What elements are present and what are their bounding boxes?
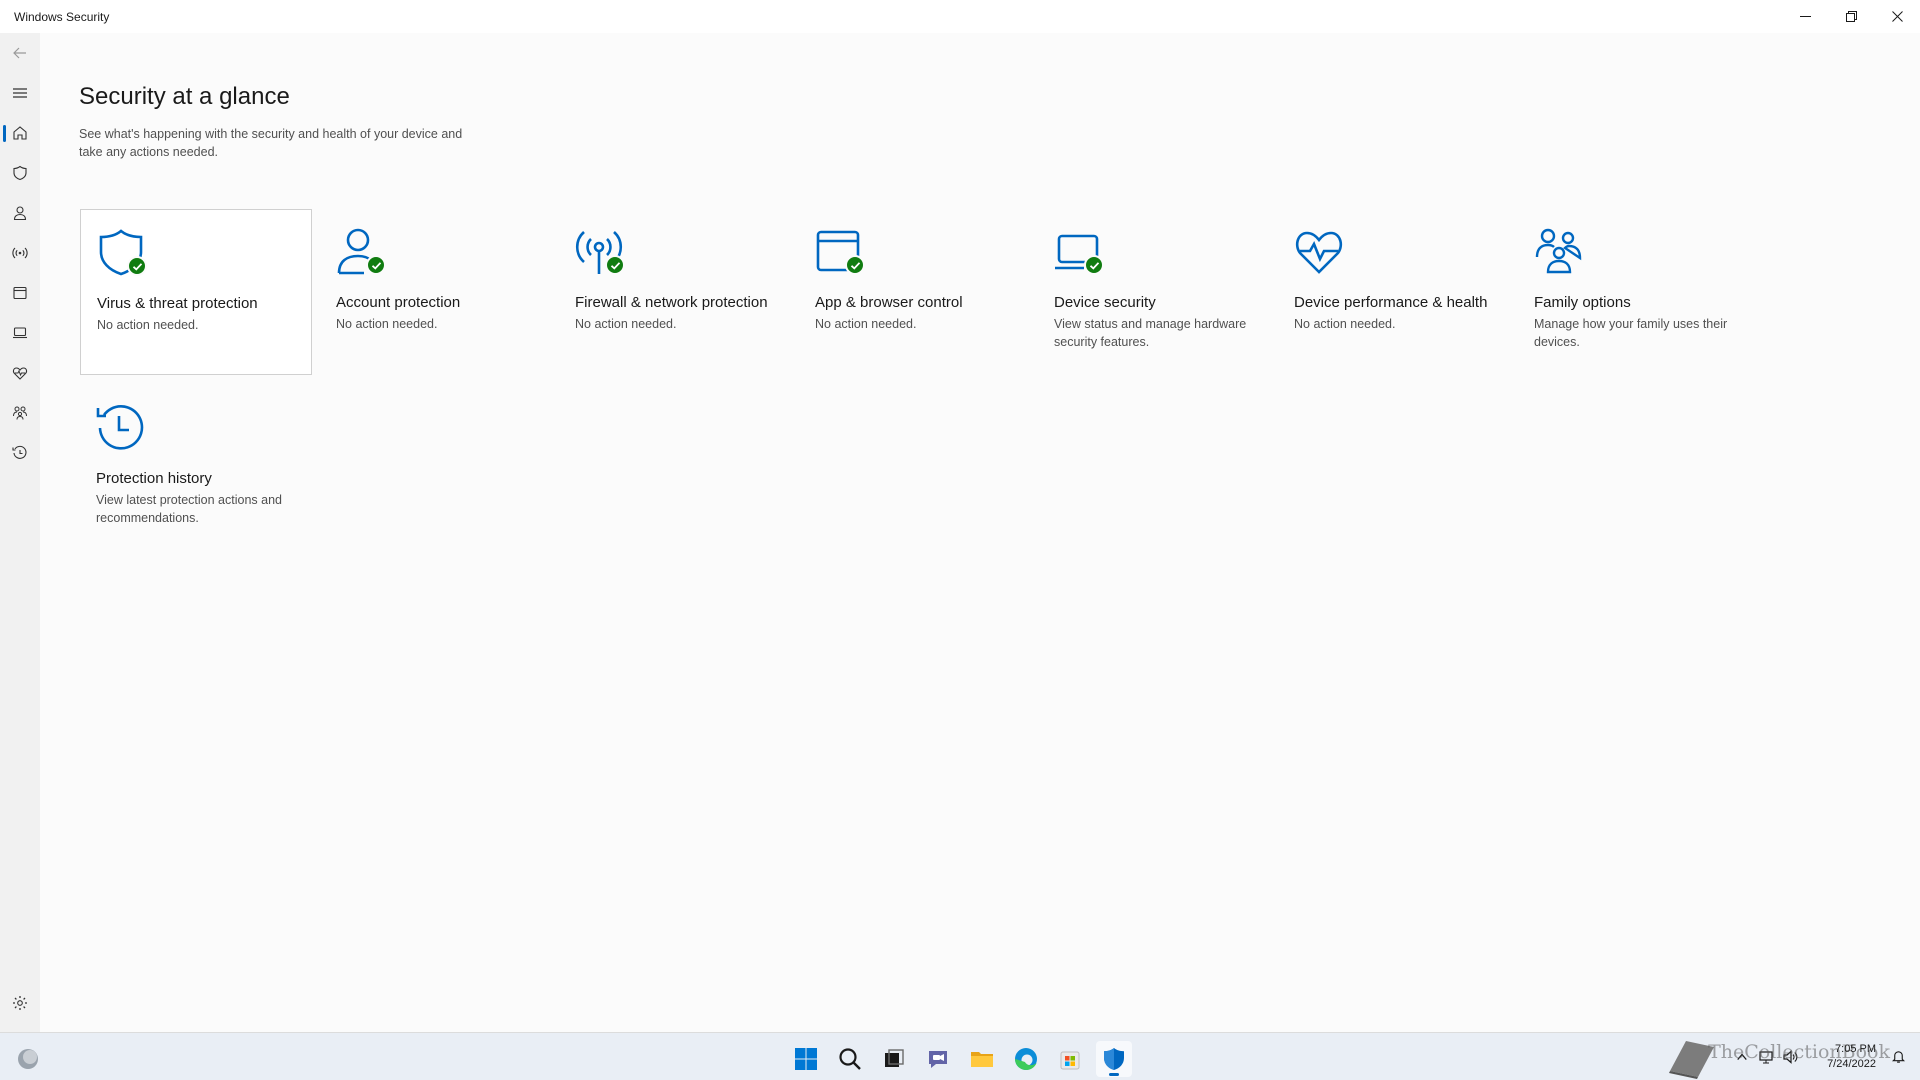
tile-device-performance-health[interactable]: Device performance & health No action ne… (1278, 209, 1510, 375)
history-icon (96, 405, 144, 450)
tile-status: View status and manage hardware security… (1054, 317, 1247, 349)
nav-device-security[interactable] (0, 313, 40, 353)
nav-family[interactable] (0, 393, 40, 433)
tile-device-security[interactable]: Device security View status and manage h… (1038, 209, 1270, 375)
tile-account-protection[interactable]: Account protection No action needed. (320, 209, 552, 375)
chat-icon (929, 1051, 947, 1068)
hamburger-menu-icon (13, 88, 27, 98)
window-title: Windows Security (14, 9, 110, 24)
clock[interactable]: 7:05 PM 7/24/2022 (1827, 1042, 1876, 1072)
restore-icon (1845, 11, 1857, 22)
security-shield-icon (1104, 1048, 1124, 1070)
taskbar: TheCollectionBook 7:05 PM 7/24/2022 (0, 1032, 1920, 1080)
menu-button[interactable] (0, 73, 40, 113)
teams-chat-button[interactable] (920, 1041, 956, 1077)
page-title: Security at a glance (79, 83, 290, 110)
tile-app-browser-control[interactable]: App & browser control No action needed. (799, 209, 1031, 375)
success-check-icon (605, 255, 625, 275)
tile-firewall-network-protection[interactable]: Firewall & network protection No action … (559, 209, 791, 375)
browser-window-icon (13, 286, 27, 300)
success-check-icon (127, 256, 147, 276)
navigation-rail (0, 33, 40, 1032)
search-button[interactable] (832, 1041, 868, 1077)
file-explorer-button[interactable] (964, 1041, 1000, 1077)
nav-firewall[interactable] (0, 233, 40, 273)
tile-status: No action needed. (97, 318, 199, 332)
notification-bell-icon (1891, 1051, 1906, 1063)
tile-status: No action needed. (336, 317, 438, 331)
tile-title: Protection history (96, 470, 212, 487)
task-view-button[interactable] (876, 1041, 912, 1077)
tile-status: Manage how your family uses their device… (1534, 317, 1728, 349)
task-view-icon (885, 1049, 904, 1067)
title-bar: Windows Security (0, 0, 1920, 33)
back-arrow-icon (13, 47, 26, 59)
tile-title: App & browser control (815, 294, 963, 311)
antenna-icon (12, 247, 28, 259)
heart-pulse-icon (12, 367, 28, 380)
back-button[interactable] (0, 33, 40, 73)
settings-gear-icon (13, 996, 27, 1010)
nav-settings[interactable] (0, 983, 40, 1023)
search-icon (839, 1048, 861, 1070)
windows-security-taskbar-button[interactable] (1096, 1041, 1132, 1077)
store-button[interactable] (1052, 1041, 1088, 1077)
shield-icon (13, 165, 27, 181)
start-button[interactable] (788, 1041, 824, 1077)
close-icon (1891, 11, 1903, 22)
folder-icon (971, 1052, 993, 1067)
tile-status: View latest protection actions and recom… (96, 493, 282, 525)
tile-title: Device security (1054, 294, 1156, 311)
tile-protection-history[interactable]: Protection history View latest protectio… (80, 385, 312, 551)
nav-home[interactable] (0, 113, 40, 153)
nav-app-browser[interactable] (0, 273, 40, 313)
tile-title: Family options (1534, 294, 1631, 311)
tile-family-options[interactable]: Family options Manage how your family us… (1518, 209, 1750, 375)
clock-date: 7/24/2022 (1827, 1058, 1876, 1070)
page-subtitle: See what's happening with the security a… (79, 127, 463, 159)
success-check-icon (1084, 255, 1104, 275)
tile-title: Virus & threat protection (97, 295, 258, 312)
clock-time: 7:05 PM (1835, 1043, 1876, 1055)
laptop-icon (13, 327, 27, 339)
tile-title: Account protection (336, 294, 461, 311)
success-check-icon (366, 255, 386, 275)
nav-performance[interactable] (0, 353, 40, 393)
tile-virus-threat-protection[interactable]: Virus & threat protection No action need… (80, 209, 312, 375)
home-icon (13, 126, 27, 140)
main-content: Security at a glance See what's happenin… (40, 33, 1920, 1032)
tile-status: No action needed. (815, 317, 917, 331)
nav-account[interactable] (0, 193, 40, 233)
edge-browser-button[interactable] (1008, 1041, 1044, 1077)
history-icon (12, 445, 27, 459)
notification-button[interactable] (1891, 1049, 1906, 1069)
tile-title: Device performance & health (1294, 294, 1488, 311)
widgets-button[interactable] (10, 1041, 46, 1077)
weather-widget-icon (18, 1049, 38, 1069)
minimize-icon (1799, 16, 1811, 17)
family-icon (13, 406, 27, 420)
windows-logo-icon (795, 1048, 817, 1070)
nav-virus-threat[interactable] (0, 153, 40, 193)
nav-protection-history[interactable] (0, 433, 40, 473)
heart-pulse-icon (1295, 231, 1343, 274)
edge-browser-icon (1015, 1048, 1037, 1070)
close-button[interactable] (1874, 0, 1920, 33)
person-icon (13, 206, 27, 221)
window-controls (1782, 0, 1920, 33)
minimize-button[interactable] (1782, 0, 1828, 33)
tile-status: No action needed. (1294, 317, 1396, 331)
success-check-icon (845, 255, 865, 275)
store-icon (1060, 1051, 1080, 1070)
tile-status: No action needed. (575, 317, 677, 331)
restore-button[interactable] (1828, 0, 1874, 33)
tile-title: Firewall & network protection (575, 294, 768, 311)
family-icon (1535, 228, 1582, 274)
